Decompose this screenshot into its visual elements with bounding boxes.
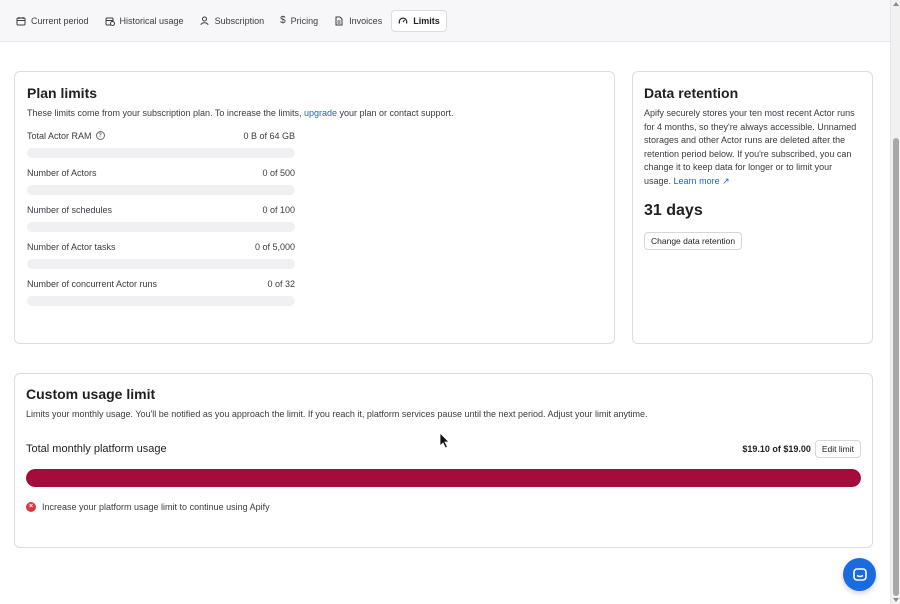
tab-label: Limits [413, 15, 440, 26]
limit-progress-bar [27, 221, 295, 232]
scrollbar-thumb[interactable] [893, 138, 899, 596]
limit-row-concurrent-runs: Number of concurrent Actor runs 0 of 32 [27, 279, 295, 306]
error-icon: × [26, 501, 36, 512]
limit-value: 0 of 500 [262, 167, 295, 178]
mouse-cursor-icon [439, 432, 450, 449]
data-retention-title: Data retention [644, 85, 739, 101]
tab-label: Pricing [290, 15, 319, 26]
usage-value: $19.10 of $19.00 [742, 443, 811, 454]
data-retention-desc-text: Apify securely stores your ten most rece… [644, 108, 857, 186]
user-icon [200, 16, 209, 25]
scroll-up-arrow-icon[interactable] [893, 2, 899, 6]
retention-days: 31 days [644, 202, 703, 219]
plan-limits-card: Plan limits These limits come from your … [14, 71, 615, 344]
tab-invoices[interactable]: Invoices [327, 10, 389, 32]
limit-row-schedules: Number of schedules 0 of 100 [27, 205, 295, 232]
limit-label: Number of concurrent Actor runs [27, 278, 158, 289]
limit-row-actor-ram: Total Actor RAM? 0 B of 64 GB [27, 131, 295, 158]
gauge-icon [398, 17, 408, 24]
usage-progress-fill [26, 468, 861, 487]
data-retention-description: Apify securely stores your ten most rece… [644, 107, 861, 188]
plan-limits-desc-text-end: your plan or contact support. [336, 108, 454, 118]
limit-value: 0 of 100 [262, 204, 295, 215]
limit-label: Number of Actors [27, 167, 97, 178]
edit-limit-button[interactable]: Edit limit [814, 439, 861, 458]
usage-label: Total monthly platform usage [26, 442, 167, 455]
tab-pricing[interactable]: $ Pricing [273, 10, 325, 32]
calendar-icon [16, 16, 26, 25]
tab-bar: Current period Historical usage Subscrip… [0, 0, 890, 42]
limit-progress-bar [27, 295, 295, 306]
tab-current-period[interactable]: Current period [9, 10, 96, 32]
limit-progress-bar [27, 147, 295, 158]
custom-usage-description: Limits your monthly usage. You'll be not… [26, 409, 648, 419]
usage-warning-text: Increase your platform usage limit to co… [42, 501, 270, 512]
custom-usage-limit-card: Custom usage limit Limits your monthly u… [14, 373, 873, 548]
limit-progress-bar [27, 258, 295, 269]
limit-label: Number of Actor tasks [27, 241, 116, 252]
learn-more-link[interactable]: Learn more ↗ [674, 176, 730, 186]
data-retention-card: Data retention Apify securely stores you… [632, 71, 873, 344]
scrollbar[interactable] [890, 0, 900, 604]
tab-label: Current period [31, 15, 89, 26]
limits-page: Current period Historical usage Subscrip… [0, 0, 900, 604]
chat-support-button[interactable] [843, 558, 876, 591]
change-data-retention-button[interactable]: Change data retention [644, 232, 743, 250]
chat-icon [852, 567, 867, 581]
limit-value: 0 of 5,000 [254, 241, 295, 252]
plan-limits-title: Plan limits [27, 85, 98, 101]
limit-label: Total Actor RAM [27, 130, 92, 141]
dollar-icon: $ [280, 15, 286, 26]
document-icon [335, 16, 343, 25]
limit-row-actor-tasks: Number of Actor tasks 0 of 5,000 [27, 242, 295, 269]
info-icon[interactable]: ? [95, 131, 105, 140]
tab-label: Invoices [349, 15, 383, 26]
limit-value: 0 B of 64 GB [243, 130, 295, 141]
tab-limits[interactable]: Limits [391, 9, 447, 32]
limit-progress-bar [27, 184, 295, 195]
upgrade-link[interactable]: upgrade [304, 108, 337, 118]
tab-historical-usage[interactable]: Historical usage [98, 10, 191, 32]
scroll-down-arrow-icon[interactable] [893, 598, 899, 602]
limit-label: Number of schedules [27, 204, 113, 215]
plan-limits-description: These limits come from your subscription… [27, 107, 602, 121]
limit-row-actors: Number of Actors 0 of 500 [27, 168, 295, 195]
custom-usage-title: Custom usage limit [26, 386, 156, 402]
usage-progress-bar [26, 468, 861, 487]
tab-label: Historical usage [119, 15, 184, 26]
tab-subscription[interactable]: Subscription [193, 10, 272, 32]
limit-value: 0 of 32 [267, 278, 295, 289]
tab-label: Subscription [214, 15, 265, 26]
calendar-clock-icon [105, 17, 115, 26]
plan-limits-desc-text: These limits come from your subscription… [27, 108, 304, 118]
usage-warning: × Increase your platform usage limit to … [26, 501, 861, 512]
